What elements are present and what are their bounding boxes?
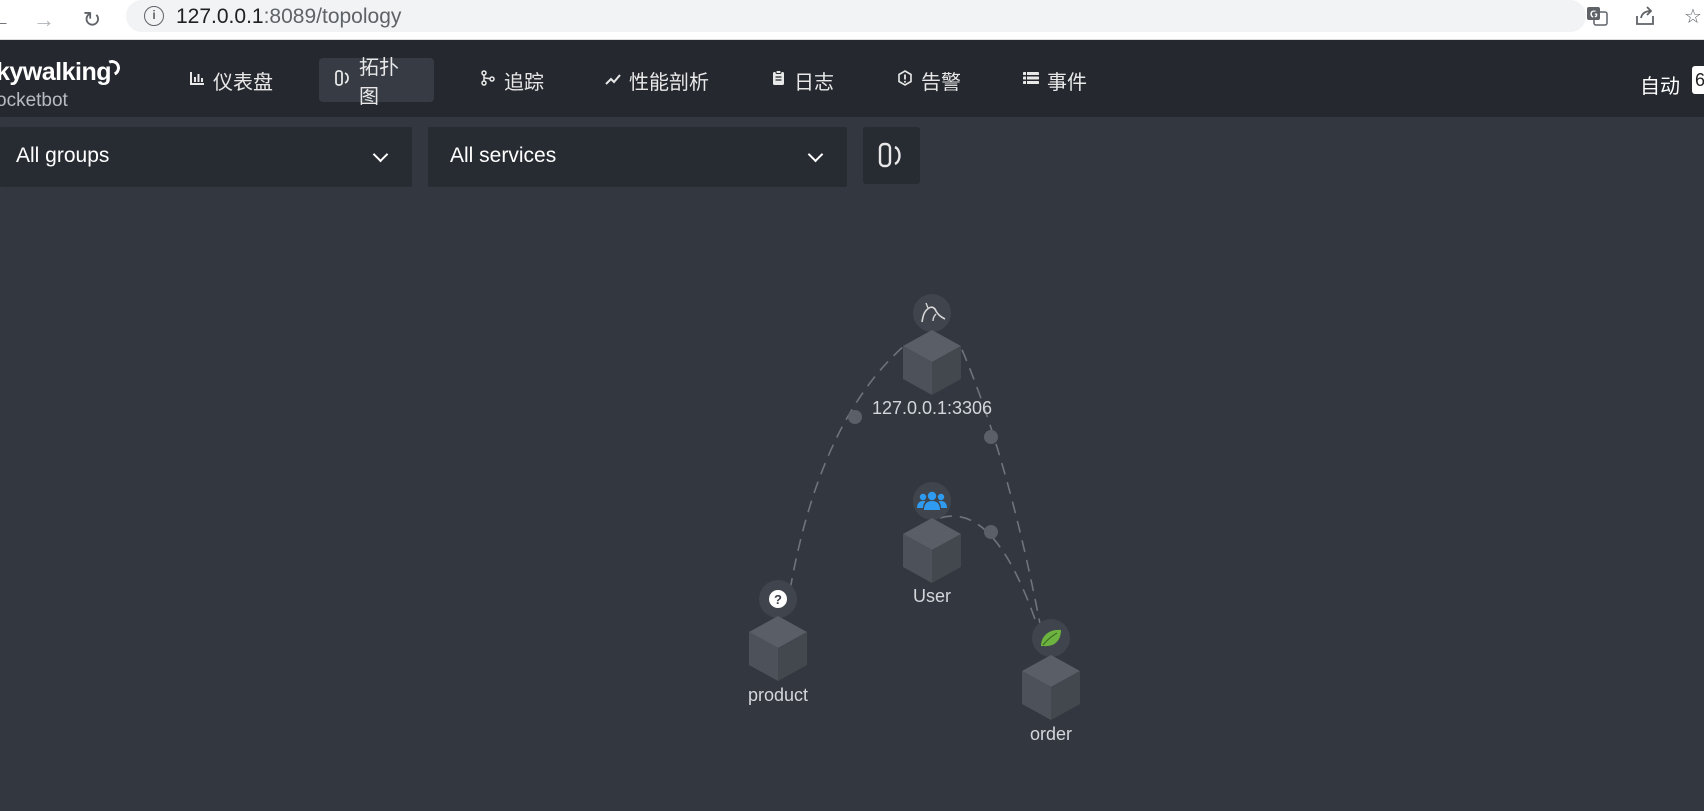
- nav-label: 告警: [921, 71, 961, 94]
- nav-item-event[interactable]: 事件: [1007, 58, 1103, 102]
- site-info-icon[interactable]: i: [144, 6, 164, 26]
- node-label-mysql[interactable]: 127.0.0.1:3306: [872, 398, 992, 419]
- profile-line-icon: [605, 72, 621, 89]
- nav-label: 拓扑图: [359, 57, 399, 108]
- nav-label: 仪表盘: [213, 71, 273, 94]
- url-host: 127.0.0.1: [176, 5, 264, 28]
- trace-icon: [480, 70, 496, 90]
- auto-refresh-input[interactable]: 6: [1692, 66, 1704, 94]
- nav-label: 日志: [794, 71, 834, 94]
- topology-icon: [335, 70, 351, 90]
- nav-label: 事件: [1047, 71, 1087, 94]
- dashboard-chart-icon: [189, 71, 205, 89]
- topology-icon: [878, 142, 901, 168]
- node-mysql[interactable]: [903, 294, 961, 395]
- topology-graph[interactable]: ?: [0, 187, 1704, 811]
- share-icon[interactable]: [1632, 4, 1658, 30]
- nav-item-topology[interactable]: 拓扑图: [319, 57, 434, 108]
- bookmark-star-icon[interactable]: ☆: [1680, 4, 1704, 30]
- node-label-order[interactable]: order: [1030, 724, 1072, 745]
- topology-switch-button[interactable]: [863, 127, 920, 184]
- address-bar[interactable]: i 127.0.0.1:8089/topology: [126, 0, 1586, 32]
- nav-item-log[interactable]: 日志: [754, 58, 850, 102]
- link-midpoint[interactable]: [848, 410, 862, 424]
- chevron-down-icon: [807, 146, 824, 163]
- node-order[interactable]: [1022, 619, 1080, 720]
- back-arrow-icon[interactable]: ←: [0, 6, 14, 34]
- event-list-icon: [1023, 71, 1039, 89]
- group-select[interactable]: All groups: [0, 127, 412, 187]
- chevron-down-icon: [372, 146, 389, 163]
- link-order-mysql[interactable]: [959, 344, 1046, 651]
- nav-item-dashboard[interactable]: 仪表盘: [173, 58, 289, 102]
- node-user[interactable]: [903, 482, 961, 583]
- node-label-user[interactable]: User: [913, 586, 951, 607]
- nav-item-alarm[interactable]: 告警: [881, 58, 977, 102]
- forward-arrow-icon[interactable]: →: [30, 6, 58, 34]
- log-clipboard-icon: [770, 70, 786, 90]
- reload-icon[interactable]: ↻: [78, 6, 106, 34]
- link-midpoint[interactable]: [984, 430, 998, 444]
- svg-text:?: ?: [774, 592, 782, 607]
- group-select-value: All groups: [16, 144, 110, 167]
- alarm-icon: [897, 70, 913, 90]
- node-label-product[interactable]: product: [748, 685, 808, 706]
- nav-item-trace[interactable]: 追踪: [464, 58, 560, 102]
- service-select[interactable]: All services: [428, 127, 847, 187]
- service-select-value: All services: [450, 144, 557, 167]
- url-path: :8089/topology: [263, 5, 402, 28]
- link-midpoint[interactable]: [984, 525, 998, 539]
- translate-icon[interactable]: G: [1584, 4, 1610, 30]
- link-product-mysql[interactable]: [789, 344, 906, 591]
- logo-text[interactable]: kywalking: [0, 58, 112, 87]
- nav-item-profile[interactable]: 性能剖析: [589, 58, 725, 102]
- logo-subtext: ocketbot: [0, 90, 68, 111]
- url-text[interactable]: 127.0.0.1:8089/topology: [176, 5, 401, 29]
- browser-toolbar: ← → ↻ i 127.0.0.1:8089/topology G ☆: [0, 0, 1704, 40]
- node-product[interactable]: ?: [749, 580, 807, 681]
- nav-label: 性能剖析: [629, 71, 709, 94]
- auto-refresh-label: 自动: [1640, 76, 1680, 98]
- nav-label: 追踪: [504, 71, 544, 94]
